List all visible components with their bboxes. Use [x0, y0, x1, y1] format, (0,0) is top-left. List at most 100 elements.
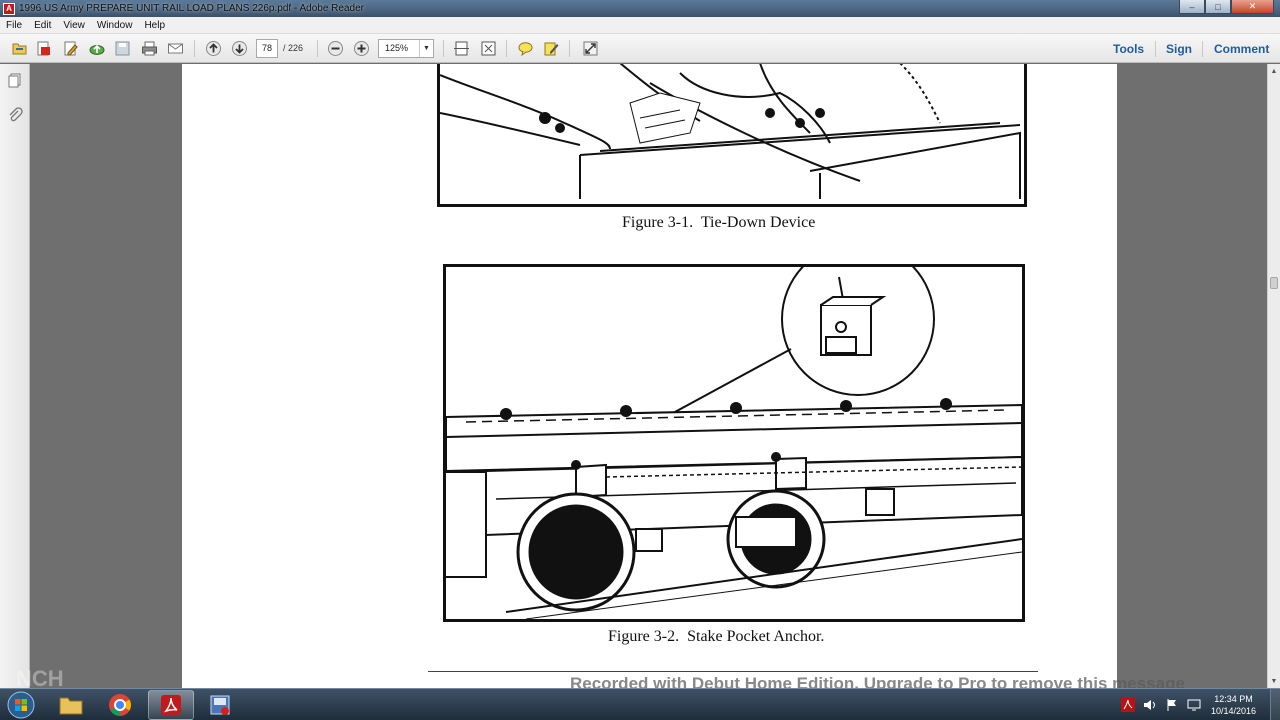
- menu-edit[interactable]: Edit: [28, 20, 57, 31]
- menu-bar: File Edit View Window Help: [0, 17, 1280, 34]
- menu-window[interactable]: Window: [91, 20, 139, 31]
- fit-page-icon: [453, 41, 469, 56]
- menu-help[interactable]: Help: [138, 20, 171, 31]
- maximize-button[interactable]: □: [1205, 0, 1231, 14]
- close-button[interactable]: ✕: [1231, 0, 1274, 14]
- taskbar-chrome[interactable]: [97, 690, 143, 720]
- minus-circle-icon: [327, 41, 343, 56]
- zoom-in-button[interactable]: [351, 39, 371, 58]
- scroll-up-icon[interactable]: ▲: [1268, 65, 1280, 77]
- attachments-button[interactable]: [6, 106, 24, 124]
- read-mode-button[interactable]: [580, 39, 600, 58]
- upload-cloud-button[interactable]: [86, 39, 106, 58]
- comment-pane-link[interactable]: Comment: [1214, 42, 1269, 56]
- system-tray: 12:34 PM 10/14/2016: [1117, 689, 1280, 720]
- chrome-icon: [109, 694, 131, 716]
- window-controls: – □ ✕: [1179, 0, 1274, 14]
- start-button[interactable]: [3, 690, 39, 720]
- toolbar-separator: [443, 40, 444, 57]
- printer-icon: [141, 41, 157, 56]
- previous-page-button[interactable]: [203, 39, 223, 58]
- window-title: 1996 US Army PREPARE UNIT RAIL LOAD PLAN…: [19, 3, 364, 14]
- chevron-down-icon[interactable]: ▼: [419, 40, 433, 57]
- action-center-flag-icon[interactable]: [1164, 697, 1180, 713]
- figure-3-1-caption: Figure 3-1. Tie-Down Device: [622, 214, 816, 231]
- toolbar-separator: [569, 40, 570, 57]
- toolbar-separator: [506, 40, 507, 57]
- plus-circle-icon: [353, 41, 369, 56]
- vertical-scrollbar[interactable]: ▲ ▼: [1267, 64, 1280, 688]
- clock-time: 12:34 PM: [1214, 694, 1253, 704]
- show-desktop-button[interactable]: [1270, 689, 1280, 720]
- adobe-reader-app-icon[interactable]: A: [3, 2, 15, 15]
- arrow-up-circle-icon: [205, 41, 221, 56]
- flag-icon: [1167, 699, 1176, 711]
- next-page-button[interactable]: [229, 39, 249, 58]
- taskbar-adobe-reader[interactable]: [148, 690, 194, 720]
- title-bar: A 1996 US Army PREPARE UNIT RAIL LOAD PL…: [0, 0, 1280, 17]
- tools-pane-link[interactable]: Tools: [1113, 42, 1144, 56]
- page-number-input[interactable]: 78: [256, 39, 278, 58]
- open-file-button[interactable]: [9, 39, 29, 58]
- scroll-down-icon[interactable]: ▼: [1268, 675, 1280, 687]
- document-viewer[interactable]: Figure 3-1. Tie-Down Device Figure 3-2. …: [31, 64, 1267, 688]
- toolbar-separator: [317, 40, 318, 57]
- create-pdf-button[interactable]: [33, 39, 53, 58]
- toolbar-separator: [1155, 41, 1156, 57]
- toolbar-separator: [1202, 41, 1203, 57]
- figure-3-2-caption: Figure 3-2. Stake Pocket Anchor.: [608, 628, 825, 645]
- stake-pocket-anchor-illustration: [446, 267, 1022, 619]
- page-total-label: / 226: [283, 43, 304, 53]
- open-file-icon: [12, 43, 26, 55]
- email-button[interactable]: [165, 39, 185, 58]
- taskbar-debut-recorder[interactable]: [197, 690, 243, 720]
- print-button[interactable]: [139, 39, 159, 58]
- create-pdf-icon: [37, 41, 50, 56]
- paperclip-icon: [9, 107, 23, 122]
- adobe-tray-icon-glyph: [1120, 698, 1135, 712]
- toolbar-separator: [194, 40, 195, 57]
- page-divider-line: [428, 671, 1038, 672]
- tie-down-device-illustration: [440, 64, 1021, 199]
- volume-icon[interactable]: [1142, 697, 1158, 713]
- page-thumbnails-button[interactable]: [6, 72, 24, 90]
- adobe-reader-icon: [161, 695, 181, 715]
- fit-width-button[interactable]: [478, 39, 498, 58]
- taskbar: 12:34 PM 10/14/2016: [0, 688, 1280, 720]
- add-comment-button[interactable]: [515, 39, 535, 58]
- scrollbar-thumb[interactable]: [1270, 277, 1278, 289]
- network-icon[interactable]: [1186, 697, 1202, 713]
- arrow-down-circle-icon: [231, 41, 247, 56]
- expand-arrows-icon: [583, 41, 597, 56]
- figure-tie-down-device: [437, 64, 1027, 207]
- windows-start-icon: [7, 691, 35, 719]
- menu-view[interactable]: View: [57, 20, 91, 31]
- save-button[interactable]: [112, 39, 132, 58]
- adobe-tray-icon[interactable]: [1120, 697, 1136, 713]
- menu-file[interactable]: File: [0, 20, 28, 31]
- page-thumbnails-icon: [8, 73, 21, 88]
- highlighter-icon: [544, 42, 558, 56]
- zoom-level-select[interactable]: 125% ▼: [378, 39, 434, 58]
- zoom-out-button[interactable]: [325, 39, 345, 58]
- cloud-upload-icon: [89, 44, 104, 55]
- envelope-icon: [167, 43, 183, 54]
- navigation-pane: [0, 64, 30, 688]
- clock-date: 10/14/2016: [1210, 706, 1256, 716]
- speech-bubble-icon: [518, 42, 532, 57]
- highlight-button[interactable]: [541, 39, 561, 58]
- fit-width-icon: [481, 41, 495, 56]
- system-clock[interactable]: 12:34 PM 10/14/2016: [1211, 693, 1256, 717]
- minimize-button[interactable]: –: [1179, 0, 1205, 14]
- taskbar-file-explorer[interactable]: [48, 690, 94, 720]
- sign-pane-link[interactable]: Sign: [1166, 42, 1192, 56]
- fit-page-button[interactable]: [451, 39, 471, 58]
- monitor-network-icon: [1187, 699, 1201, 711]
- folder-icon: [59, 697, 83, 715]
- edit-pdf-button[interactable]: [60, 39, 80, 58]
- pdf-page: Figure 3-1. Tie-Down Device Figure 3-2. …: [182, 64, 1117, 688]
- edit-pdf-icon: [64, 41, 78, 56]
- zoom-level-value: 125%: [385, 43, 409, 53]
- toolbar: 78 / 226 125% ▼ Tools Sign Comment: [0, 34, 1280, 63]
- save-icon: [115, 41, 129, 56]
